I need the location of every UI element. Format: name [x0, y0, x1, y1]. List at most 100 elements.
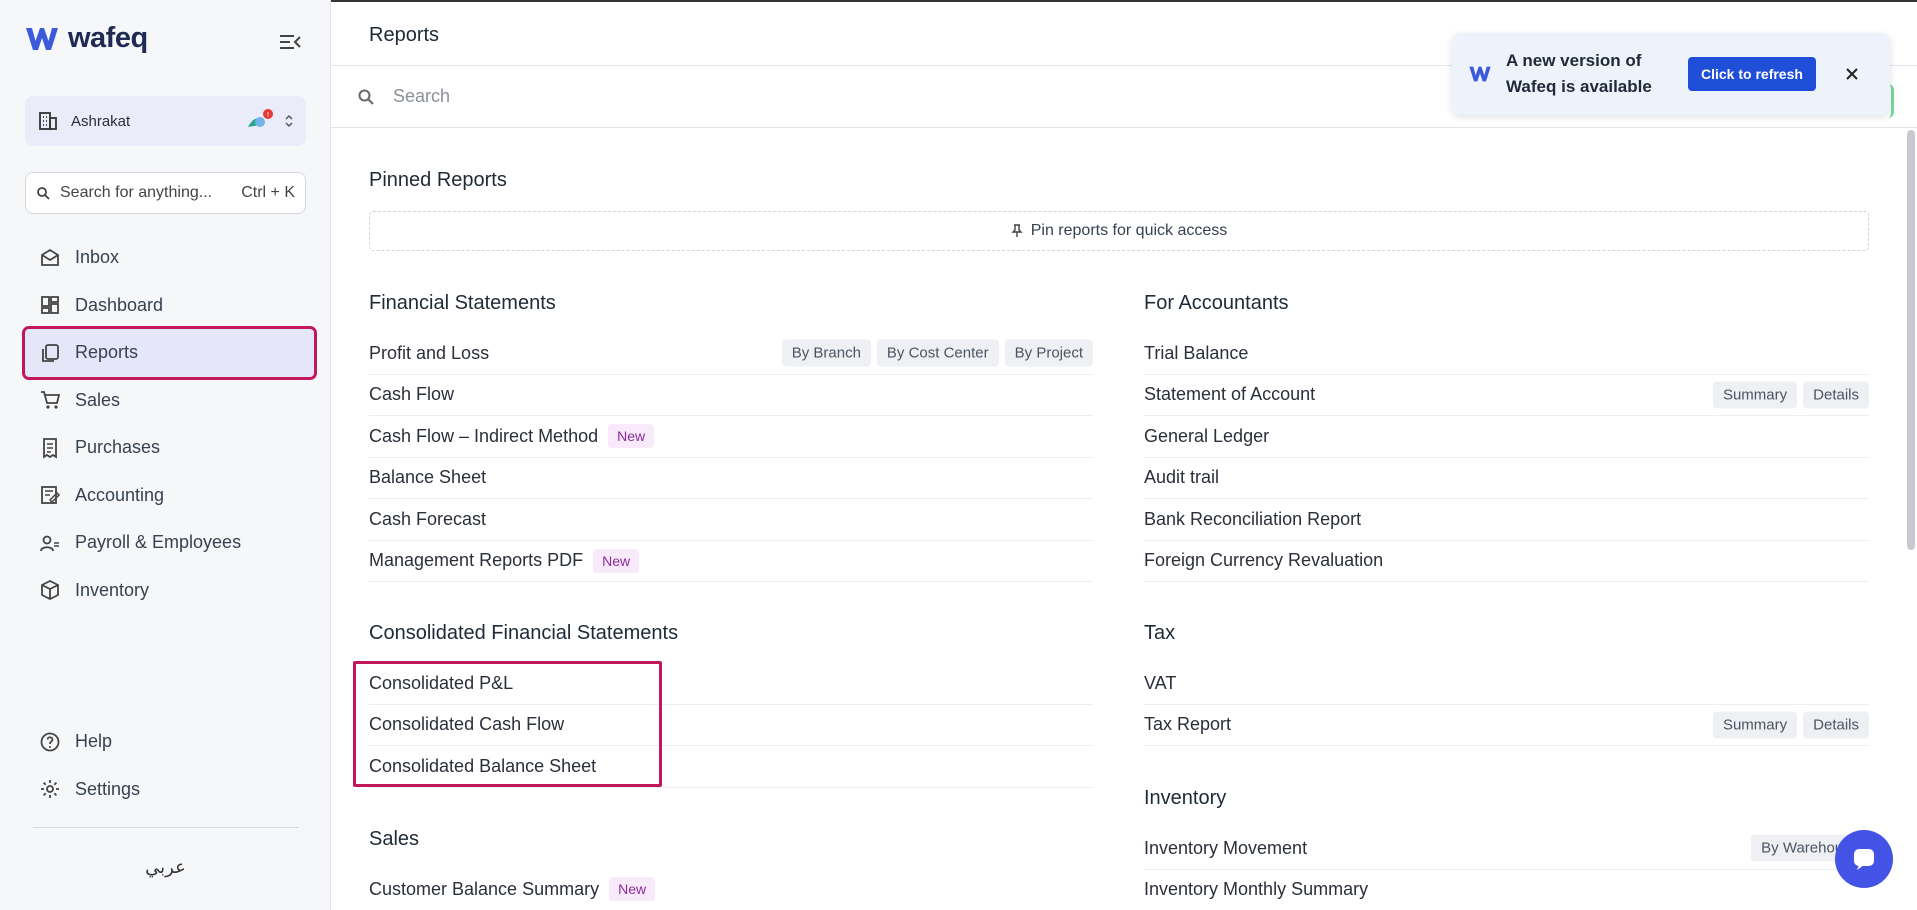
collapse-sidebar-icon[interactable] [278, 32, 302, 52]
sidebar-item-reports[interactable]: Reports [22, 326, 317, 380]
report-row-inventory-movement[interactable]: Inventory Movement By Warehouse [1144, 828, 1869, 870]
report-row-customer-balance-summary[interactable]: Customer Balance Summary New [369, 869, 1093, 910]
report-label: Profit and Loss [369, 342, 490, 363]
search-shortcut: Ctrl + K [241, 184, 295, 201]
report-row-inventory-monthly-summary[interactable]: Inventory Monthly Summary [1144, 870, 1869, 910]
sidebar-item-label: Help [75, 731, 113, 752]
tax-list: VAT Tax Report Summary Details [1144, 663, 1869, 746]
sidebar-item-label: Payroll & Employees [75, 532, 242, 553]
chip-summary[interactable]: Summary [1712, 711, 1798, 739]
section-title-accountants: For Accountants [1144, 292, 1289, 314]
report-label: Bank Reconciliation Report [1144, 508, 1362, 529]
report-row-profit-and-loss[interactable]: Profit and Loss By Branch By Cost Center… [369, 333, 1093, 375]
sidebar-item-label: Inventory [75, 579, 150, 600]
update-notification: A new version of Wafeq is available Clic… [1452, 33, 1890, 115]
sidebar-item-label: Sales [75, 389, 121, 410]
section-title-tax: Tax [1144, 622, 1176, 644]
report-row-cash-forecast[interactable]: Cash Forecast [369, 499, 1093, 541]
report-row-consolidated-pl[interactable]: Consolidated P&L [369, 663, 1093, 705]
report-row-tax-report[interactable]: Tax Report Summary Details [1144, 705, 1869, 746]
wafeq-logo-icon [26, 27, 58, 50]
chip-by-cost-center[interactable]: By Cost Center [876, 339, 999, 367]
new-badge: New [608, 424, 655, 449]
search-icon [358, 89, 374, 105]
chevron-updown-icon [285, 114, 293, 128]
box-icon [41, 580, 59, 601]
sidebar-item-help[interactable]: Help [25, 718, 315, 766]
report-label: Balance Sheet [369, 467, 487, 488]
report-row-statement-of-account[interactable]: Statement of Account Summary Details [1144, 375, 1869, 416]
search-placeholder: Search [393, 86, 451, 106]
report-label: Inventory Movement [1144, 837, 1308, 858]
close-icon[interactable] [1844, 66, 1860, 82]
report-row-management-reports-pdf[interactable]: Management Reports PDF New [369, 541, 1093, 582]
wafeq-logo-icon [1469, 66, 1491, 82]
pinned-empty-state: Pin reports for quick access [369, 211, 1869, 251]
chip-details[interactable]: Details [1803, 381, 1869, 409]
chip-by-project[interactable]: By Project [1004, 339, 1093, 367]
sidebar-item-settings[interactable]: Settings [25, 766, 315, 814]
dashboard-icon [41, 296, 59, 315]
report-label: Customer Balance Summary [369, 878, 600, 899]
sidebar-divider [33, 827, 299, 828]
pin-icon [1011, 224, 1023, 237]
report-row-cash-flow[interactable]: Cash Flow [369, 375, 1093, 416]
gear-icon [41, 780, 59, 799]
report-row-cash-flow-indirect[interactable]: Cash Flow – Indirect Method New [369, 416, 1093, 458]
report-row-general-ledger[interactable]: General Ledger [1144, 416, 1869, 458]
report-row-bank-reconciliation[interactable]: Bank Reconciliation Report [1144, 499, 1869, 541]
report-label: Tax Report [1144, 714, 1232, 735]
pinned-empty-text: Pin reports for quick access [1030, 222, 1228, 239]
global-search-input[interactable]: Search for anything... Ctrl + K [25, 172, 306, 214]
sidebar-item-label: Purchases [75, 437, 161, 458]
report-label: Audit trail [1144, 467, 1220, 488]
sidebar-item-inbox[interactable]: Inbox [25, 234, 315, 282]
report-row-fx-revaluation[interactable]: Foreign Currency Revaluation [1144, 541, 1869, 582]
chip-summary[interactable]: Summary [1712, 381, 1798, 409]
sidebar-item-payroll[interactable]: Payroll & Employees [25, 519, 315, 567]
report-row-balance-sheet[interactable]: Balance Sheet [369, 458, 1093, 499]
report-row-audit-trail[interactable]: Audit trail [1144, 458, 1869, 499]
report-row-consolidated-cash-flow[interactable]: Consolidated Cash Flow [369, 705, 1093, 746]
logo-text: wafeq [68, 22, 148, 54]
report-label: Trial Balance [1144, 342, 1249, 363]
report-label: Statement of Account [1144, 384, 1316, 405]
report-label: VAT [1144, 672, 1177, 693]
report-row-vat[interactable]: VAT [1144, 663, 1869, 705]
report-label: Inventory Monthly Summary [1144, 879, 1369, 900]
consolidated-list: Consolidated P&L Consolidated Cash Flow … [369, 663, 1093, 788]
sidebar-item-dashboard[interactable]: Dashboard [25, 282, 315, 330]
sidebar-item-accounting[interactable]: Accounting [25, 472, 315, 520]
sidebar-item-purchases[interactable]: Purchases [25, 424, 315, 472]
notification-avatar-icon[interactable]: ! [246, 109, 274, 133]
sidebar-item-sales[interactable]: Sales [25, 377, 315, 425]
receipt-icon [43, 437, 57, 459]
scrollbar[interactable] [1907, 130, 1915, 550]
org-switcher[interactable]: Ashrakat ! [25, 96, 306, 146]
language-switch[interactable]: عربي [0, 857, 331, 878]
report-variants: Summary Details [1712, 711, 1869, 739]
report-label: Consolidated P&L [369, 672, 514, 693]
chat-icon [1854, 849, 1874, 870]
new-badge: New [593, 548, 640, 573]
sidebar-item-label: Settings [75, 778, 141, 799]
report-label: Cash Flow [369, 384, 455, 405]
sidebar-item-inventory[interactable]: Inventory [25, 567, 315, 615]
chip-by-branch[interactable]: By Branch [781, 339, 871, 367]
report-row-consolidated-balance-sheet[interactable]: Consolidated Balance Sheet [369, 746, 1093, 788]
report-row-trial-balance[interactable]: Trial Balance [1144, 333, 1869, 375]
report-label: Consolidated Balance Sheet [369, 755, 597, 776]
logo[interactable]: wafeq [24, 22, 148, 55]
report-variants: Summary Details [1712, 381, 1869, 409]
section-title-consolidated: Consolidated Financial Statements [369, 622, 679, 644]
chip-details[interactable]: Details [1803, 711, 1869, 739]
help-icon [40, 732, 60, 752]
search-placeholder: Search for anything... [60, 184, 213, 201]
refresh-button[interactable]: Click to refresh [1688, 57, 1816, 91]
building-icon [39, 112, 57, 130]
financial-list: Profit and Loss By Branch By Cost Center… [369, 333, 1093, 582]
page-title: Reports [369, 24, 440, 46]
chat-button[interactable] [1835, 830, 1893, 888]
sidebar-item-label: Reports [75, 342, 139, 363]
report-label: Cash Flow – Indirect Method [369, 425, 599, 446]
